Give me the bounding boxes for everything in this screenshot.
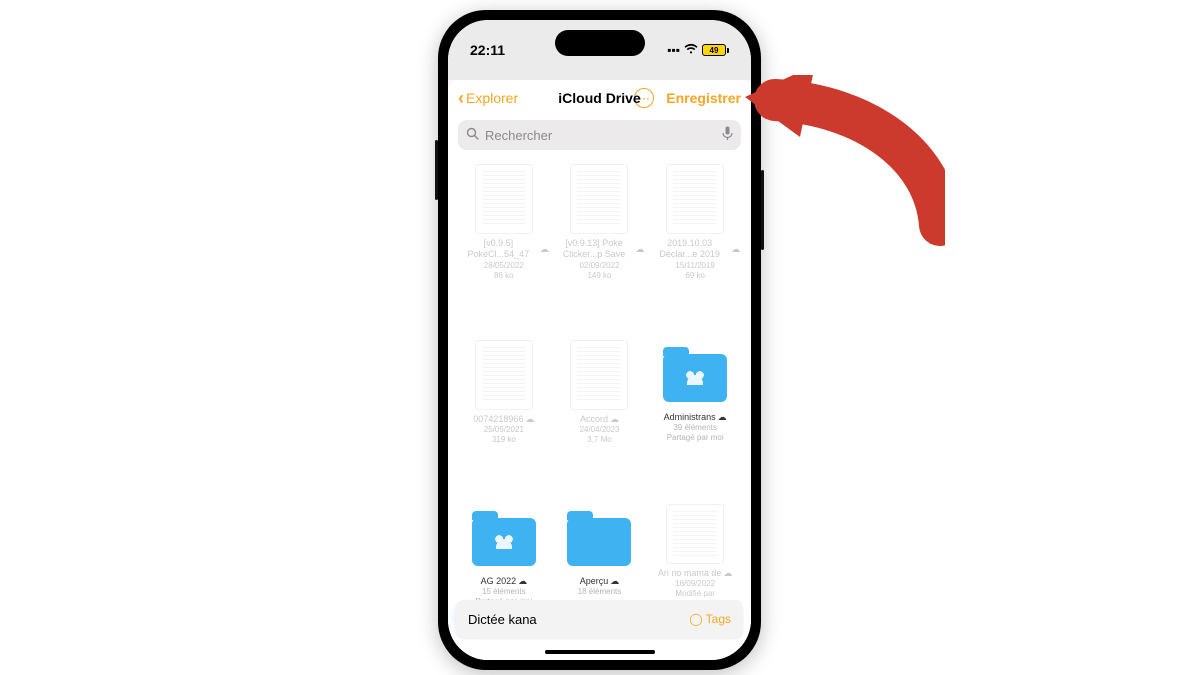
filename-bar[interactable]: Dictée kana ◯ Tags	[456, 600, 743, 638]
nav-bar: ‹ Explorer iCloud Drive ⋯ Enregistrer	[448, 80, 751, 116]
file-meta: 16/09/2022	[675, 579, 715, 589]
file-item[interactable]: 2019.10.03 Déclar...e 2019 ☁︎15/11/20196…	[649, 160, 741, 332]
file-name: AG 2022 ☁︎	[481, 576, 528, 587]
file-meta: Modifié par	[675, 589, 715, 599]
file-name: 0074218966 ☁︎	[473, 414, 534, 425]
doc-thumbnail	[475, 340, 533, 410]
search-placeholder: Rechercher	[485, 128, 552, 143]
tags-button[interactable]: ◯ Tags	[689, 612, 731, 626]
file-meta: 24/04/2023	[579, 425, 619, 435]
tags-label: Tags	[706, 612, 731, 626]
doc-thumbnail	[475, 164, 533, 234]
cloud-download-icon: ☁︎	[518, 576, 527, 587]
cloud-download-icon: ☁︎	[723, 568, 732, 579]
file-meta: 15/11/2019	[675, 261, 714, 271]
phone-frame: 22:11 ▪▪▪ 49 ‹ Explorer iCloud Drive	[438, 10, 761, 670]
doc-thumbnail	[666, 504, 724, 564]
file-name: Administrans ☁︎	[664, 412, 727, 423]
wifi-icon	[684, 43, 698, 57]
file-meta: 3,7 Mo	[587, 435, 611, 445]
annotation-arrow	[745, 75, 945, 275]
file-item[interactable]: 0074218966 ☁︎25/05/2021319 ko	[458, 336, 550, 496]
file-meta: 69 ko	[685, 271, 705, 281]
cloud-download-icon: ☁︎	[718, 412, 727, 423]
tag-icon: ◯	[689, 612, 702, 626]
cellular-signal-icon: ▪▪▪	[667, 43, 680, 57]
cloud-download-icon: ☁︎	[525, 414, 534, 425]
doc-thumbnail	[570, 164, 628, 234]
home-indicator[interactable]	[545, 650, 655, 654]
chevron-left-icon: ‹	[458, 89, 464, 107]
file-name: Ari no mama de ☁︎	[658, 568, 733, 579]
status-right: ▪▪▪ 49	[667, 43, 729, 57]
file-item[interactable]: Accord ☁︎24/04/20233,7 Mo	[554, 336, 646, 496]
search-icon	[466, 127, 479, 143]
back-button[interactable]: ‹ Explorer	[458, 89, 518, 107]
file-meta: 319 ko	[492, 435, 516, 445]
file-item[interactable]: [v0.9.13] Poke Clicker...p Save ☁︎02/09/…	[554, 160, 646, 332]
folder-icon	[567, 518, 631, 566]
background-gap	[448, 66, 751, 80]
doc-thumbnail	[666, 164, 724, 234]
file-grid[interactable]: [v0.9.5] PokeCl...54_47 ☁︎28/05/202286 k…	[448, 156, 751, 660]
dynamic-island	[555, 30, 645, 56]
filename-input[interactable]: Dictée kana	[468, 612, 537, 627]
nav-title: iCloud Drive	[558, 90, 640, 106]
file-meta: 25/05/2021	[484, 425, 524, 435]
cloud-download-icon: ☁︎	[610, 414, 619, 425]
save-sheet: ‹ Explorer iCloud Drive ⋯ Enregistrer Re…	[448, 80, 751, 660]
back-label: Explorer	[466, 90, 518, 106]
battery-percent: 49	[710, 46, 719, 55]
status-time: 22:11	[470, 42, 505, 58]
file-meta: 149 ko	[587, 271, 611, 281]
search-field[interactable]: Rechercher	[458, 120, 741, 150]
screen: 22:11 ▪▪▪ 49 ‹ Explorer iCloud Drive	[448, 20, 751, 660]
file-item[interactable]: [v0.9.5] PokeCl...54_47 ☁︎28/05/202286 k…	[458, 160, 550, 332]
file-name: Accord ☁︎	[580, 414, 619, 425]
file-name: 2019.10.03 Déclar...e 2019 ☁︎	[650, 238, 740, 261]
file-meta: 18 éléments	[578, 587, 622, 597]
file-meta: Partagé par moi	[667, 433, 724, 443]
file-meta: 86 ko	[494, 271, 514, 281]
cloud-download-icon: ☁︎	[635, 244, 644, 255]
file-name: [v0.9.5] PokeCl...54_47 ☁︎	[459, 238, 549, 261]
shared-folder-icon	[472, 518, 536, 566]
doc-thumbnail	[570, 340, 628, 410]
shared-folder-icon	[663, 354, 727, 402]
file-name: Aperçu ☁︎	[580, 576, 620, 587]
file-item[interactable]: Administrans ☁︎39 élémentsPartagé par mo…	[649, 336, 741, 496]
mic-icon[interactable]	[722, 126, 733, 144]
save-button[interactable]: Enregistrer	[666, 90, 741, 106]
file-meta: 28/05/2022	[484, 261, 524, 271]
cloud-download-icon: ☁︎	[540, 244, 549, 255]
file-meta: 39 éléments	[673, 423, 717, 433]
cloud-download-icon: ☁︎	[731, 244, 740, 255]
cloud-download-icon: ☁︎	[610, 576, 619, 587]
battery-indicator: 49	[702, 44, 729, 56]
file-meta: 02/09/2022	[579, 261, 619, 271]
file-meta: 15 éléments	[482, 587, 526, 597]
file-name: [v0.9.13] Poke Clicker...p Save ☁︎	[554, 238, 644, 261]
